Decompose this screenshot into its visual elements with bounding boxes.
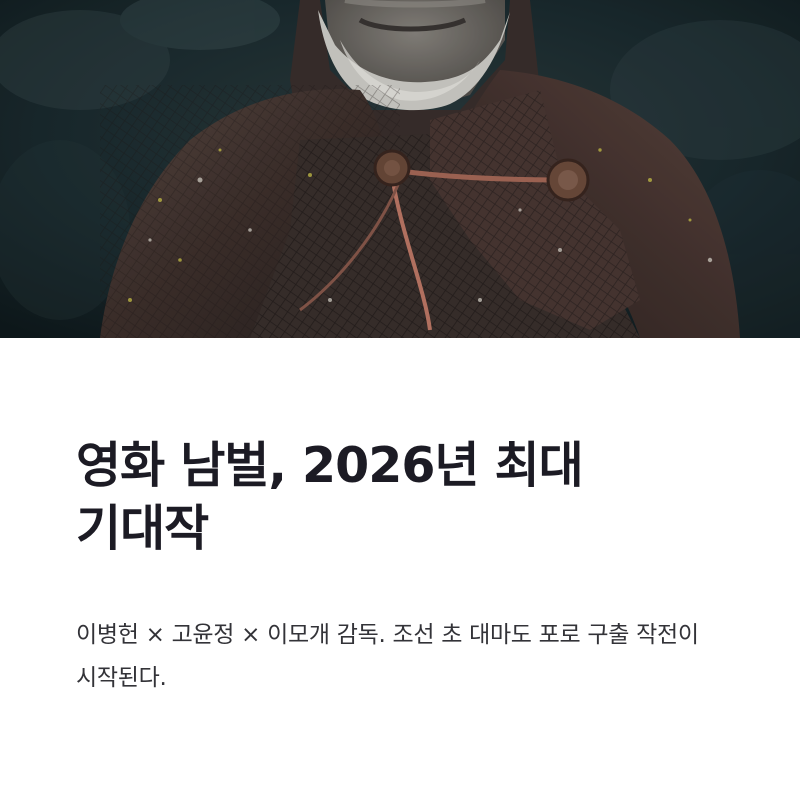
hero-image xyxy=(0,0,800,338)
hero-illustration xyxy=(0,0,800,338)
article-description: 이병헌 × 고윤정 × 이모개 감독. 조선 초 대마도 포로 구출 작전이 시… xyxy=(76,622,699,691)
article-card[interactable]: 영화 남벌, 2026년 최대 기대작 이병헌 × 고윤정 × 이모개 감독. … xyxy=(0,0,800,800)
article-body: 영화 남벌, 2026년 최대 기대작 이병헌 × 고윤정 × 이모개 감독. … xyxy=(0,338,800,800)
article-title[interactable]: 영화 남벌, 2026년 최대 기대작 xyxy=(76,434,726,560)
